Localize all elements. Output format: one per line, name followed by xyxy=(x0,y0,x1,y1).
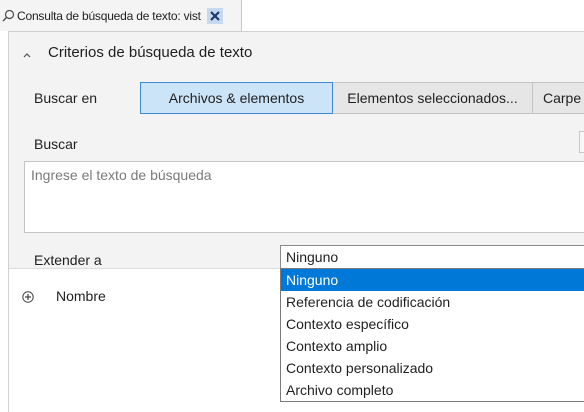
search-in-label: Buscar en xyxy=(34,90,98,106)
extend-to-listbox: Ninguno Referencia de codificación Conte… xyxy=(280,268,584,402)
close-icon[interactable] xyxy=(206,7,223,24)
option-custom-context[interactable]: Contexto personalizado xyxy=(281,357,584,379)
tree-name-label: Nombre xyxy=(56,288,106,304)
chevron-up-icon[interactable] xyxy=(22,47,32,58)
folders-button[interactable]: Carpe xyxy=(533,82,584,114)
query-tab[interactable]: Consulta de búsqueda de texto: vist xyxy=(0,0,242,31)
search-icon xyxy=(2,9,15,22)
option-coding-reference[interactable]: Referencia de codificación xyxy=(281,291,584,313)
criteria-section-header[interactable]: Criterios de búsqueda de texto xyxy=(22,42,252,62)
files-and-items-button[interactable]: Archivos & elementos xyxy=(140,82,333,114)
option-entire-file[interactable]: Archivo completo xyxy=(281,379,584,401)
extend-to-select[interactable]: Ninguno xyxy=(280,245,584,269)
search-label: Buscar xyxy=(34,136,78,152)
tab-title: Consulta de búsqueda de texto: vist xyxy=(17,8,201,23)
search-criteria-panel xyxy=(9,32,584,269)
expand-plus-icon[interactable] xyxy=(22,290,34,303)
section-title: Criterios de búsqueda de texto xyxy=(48,43,253,61)
option-ninguno[interactable]: Ninguno xyxy=(281,269,584,291)
search-text-input[interactable] xyxy=(24,161,584,233)
extend-to-label: Extender a xyxy=(34,252,102,268)
search-options-button[interactable] xyxy=(579,131,584,153)
option-narrow-context[interactable]: Contexto específico xyxy=(281,313,584,335)
tree-row-name[interactable]: Nombre xyxy=(22,287,106,305)
selected-items-button[interactable]: Elementos seleccionados... xyxy=(333,82,533,114)
option-broad-context[interactable]: Contexto amplio xyxy=(281,335,584,357)
document-tab-strip: Consulta de búsqueda de texto: vist xyxy=(0,0,584,31)
